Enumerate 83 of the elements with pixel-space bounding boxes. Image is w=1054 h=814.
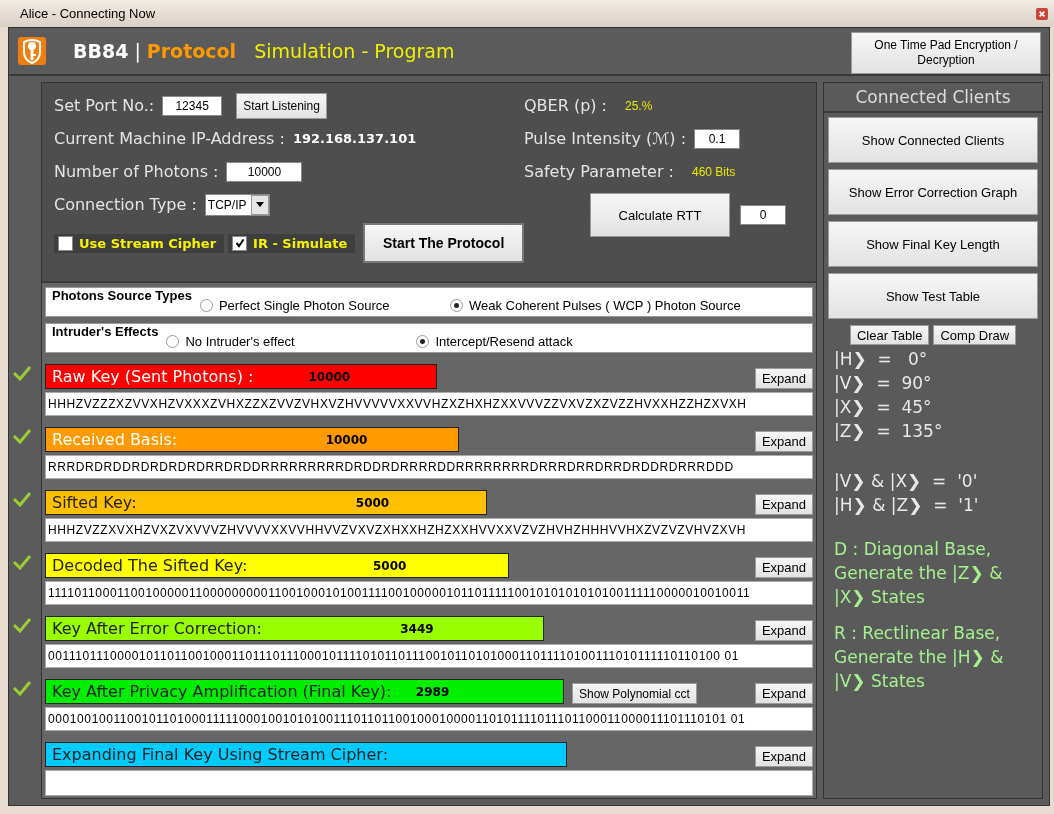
radio-option[interactable]: Perfect Single Photon Source [199, 298, 450, 313]
polynomial-button[interactable]: Show Polynomial cct [572, 683, 697, 704]
checkbox-option[interactable]: IR - Simulate [228, 233, 356, 253]
expand-button[interactable]: Expand [754, 368, 813, 389]
expand-button[interactable]: Expand [754, 746, 813, 767]
key-count: 5000 [355, 495, 390, 510]
qber-value: 25.% [625, 98, 653, 113]
ip-address: 192.168.137.101 [292, 131, 417, 146]
key-count: 5000 [372, 558, 407, 573]
table-button[interactable]: Comp Draw [933, 325, 1017, 345]
title-separator: | [134, 40, 141, 62]
calculate-rtt-button[interactable]: Calculate RTT [590, 193, 730, 237]
state-angle: |Z❯ = 135° [834, 420, 944, 443]
key-shield-icon [17, 36, 47, 66]
key-title: Sifted Key: [51, 493, 137, 512]
sidebar-button[interactable]: Show Test Table [828, 273, 1038, 319]
radio-option[interactable]: Intercept/Resend attack [416, 334, 573, 349]
connection-dropdown[interactable]: TCP/IP [204, 193, 270, 216]
field-label: QBER (p) : [524, 96, 607, 115]
table-button[interactable]: Clear Table [849, 325, 930, 345]
key-count: 2989 [415, 684, 450, 699]
expand-button[interactable]: Expand [754, 494, 813, 515]
field-label: Set Port No.: [54, 96, 155, 115]
key-count: 3449 [400, 621, 434, 636]
state-angle: |H❯ = 0° [834, 348, 929, 371]
expand-button[interactable]: Expand [754, 431, 813, 452]
group-title: Intruder's Effects [52, 324, 159, 339]
key-field[interactable]: 000100100110010110100011111000100101010011101101100100010000110101111011101100011000011101110101 01 [45, 707, 813, 731]
panel-title: Connected Clients [824, 83, 1042, 113]
rtt-field[interactable]: 0 [740, 205, 786, 225]
field-label: Number of Photons : [54, 162, 219, 181]
state-angle: |V❯ = 90° [834, 372, 933, 395]
key-field[interactable]: HHHZVZZXVXHZVXZVXVVVZHVVVVXXVVHHVVZVXVZXHXXHZHZXXHVVXXVZVZHVHZHHHVVHXZVZVZVHVZXVH [45, 518, 813, 542]
key-title: Received Basis: [51, 430, 178, 449]
key-count: 10000 [325, 432, 368, 447]
close-icon[interactable] [1036, 7, 1048, 20]
window-title: Alice - Connecting Now [20, 6, 156, 21]
expand-button[interactable]: Expand [754, 620, 813, 641]
radio-option[interactable]: No Intruder's effect [166, 334, 417, 349]
radio-button[interactable] [449, 299, 463, 312]
radio-button[interactable] [416, 335, 430, 348]
subtitle: Simulation - Program [254, 40, 455, 62]
key-title: Key After Error Correction: [51, 619, 262, 638]
key-field[interactable]: 111101100011001000001100000000011001000101001111001000001011011111001010101010100111110000010010011 [45, 581, 813, 605]
brand-title: BB84 [73, 40, 129, 62]
key-count: 10000 [308, 369, 351, 384]
sidebar-button[interactable]: Show Final Key Length [828, 221, 1038, 267]
basis-note: D : Diagonal Base, Generate the |Z❯ & |X❯ States [834, 538, 1004, 609]
protocol-title: Protocol [146, 40, 237, 62]
radio-button[interactable] [199, 299, 213, 312]
port-field[interactable]: 12345 [162, 95, 223, 116]
radio-button[interactable] [166, 335, 180, 348]
bit-mapping: |V❯ & |X❯ = '0' [834, 470, 979, 493]
key-title: Expanding Final Key Using Stream Cipher: [51, 745, 388, 764]
checkbox[interactable] [58, 235, 73, 251]
pulse-field[interactable]: 0.1 [694, 128, 740, 149]
field-label: Safety Parameter : [524, 162, 674, 181]
sidebar-button[interactable]: Show Connected Clients [828, 117, 1038, 163]
bit-mapping: |H❯ & |Z❯ = '1' [834, 494, 980, 517]
field-label: Current Machine IP-Address : [54, 129, 285, 148]
key-field[interactable]: HHHZVZZZXZVVXHZVXXXZVHXZZXZVVZVHXVZHVVVVVXXVVHZXZHXHZXXVVVZZVXVZXZVZZHVXXHZZHZXVXH [45, 392, 813, 416]
photons-field[interactable]: 10000 [226, 161, 303, 182]
otp-button[interactable]: One Time Pad Encryption / Decryption [851, 32, 1041, 74]
checkbox[interactable] [232, 235, 248, 251]
basis-note: R : Rectlinear Base, Generate the |H❯ & |V❯ States [834, 622, 1005, 693]
safety-value: 460 Bits [692, 164, 736, 179]
key-title: Raw Key (Sent Photons) : [51, 367, 254, 386]
key-field[interactable]: 001110111000010110110010001101110111000101111010110111001011010100011011110100111010111110110100 01 [45, 644, 813, 668]
radio-option[interactable]: Weak Coherent Pulses ( WCP ) Photon Source [449, 298, 741, 313]
start-listening-button[interactable]: Start Listening [236, 92, 327, 119]
field-label: Pulse Intensity (ℳ) : [524, 129, 686, 148]
group-title: Photons Source Types [52, 288, 192, 303]
key-title: Key After Privacy Amplification (Final Key): [51, 682, 392, 701]
checkbox-option[interactable]: Use Stream Cipher [54, 233, 225, 253]
key-field[interactable] [45, 770, 813, 796]
start-protocol-button[interactable]: Start The Protocol [363, 223, 524, 263]
expand-button[interactable]: Expand [754, 683, 813, 704]
sidebar-button[interactable]: Show Error Correction Graph [828, 169, 1038, 215]
state-angle: |X❯ = 45° [834, 396, 933, 419]
key-title: Decoded The Sifted Key: [51, 556, 248, 575]
key-field[interactable]: RRRDRDRDDRDRDRDRDRRDRDDRRRRRRRRRDRDDRDRRRRDDRRRRRRRRDRRRDRRDRRDRDDRDRRRDDD [45, 455, 813, 479]
expand-button[interactable]: Expand [754, 557, 813, 578]
field-label: Connection Type : [54, 195, 197, 214]
